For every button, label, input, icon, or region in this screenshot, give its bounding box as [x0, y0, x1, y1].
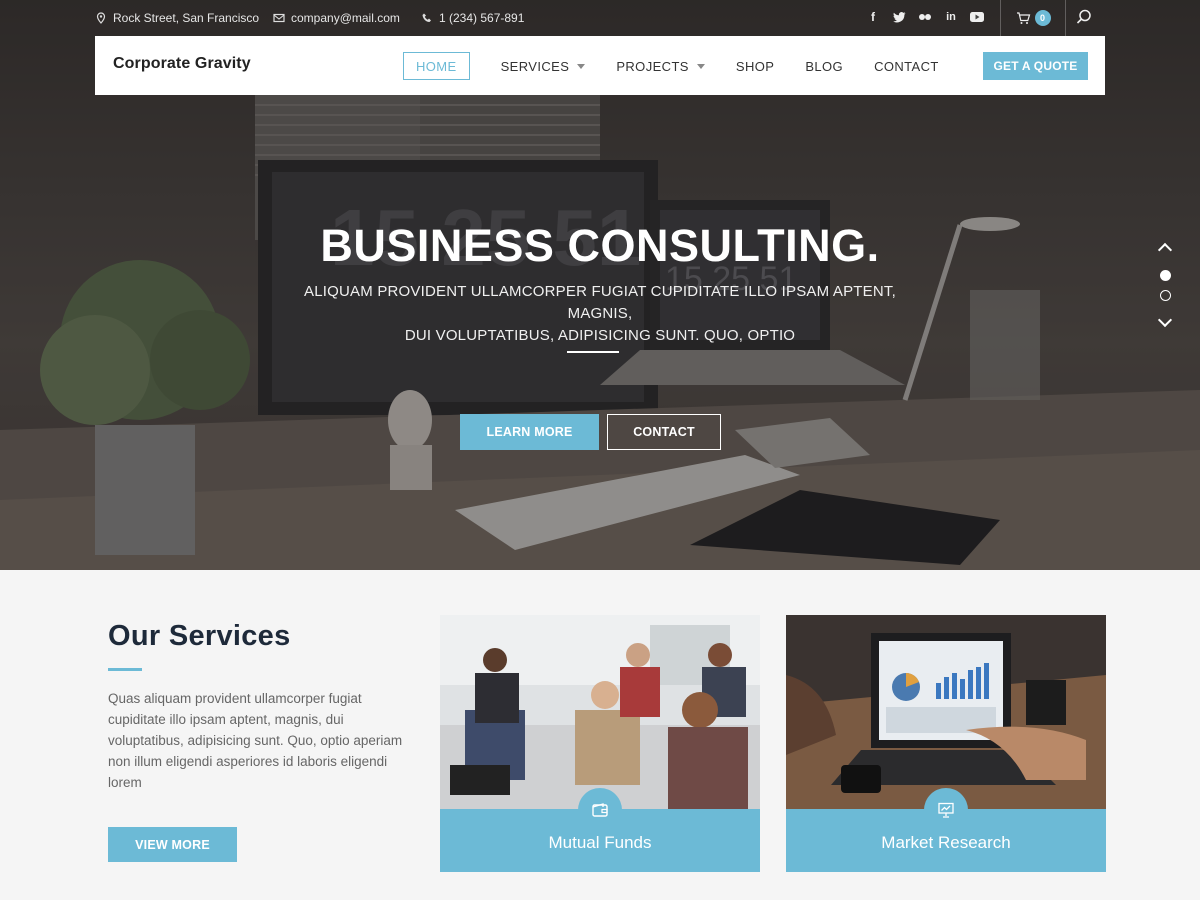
cart-button[interactable]: 0	[1000, 0, 1066, 36]
email-text[interactable]: company@mail.com	[291, 11, 400, 25]
search-icon	[1076, 9, 1091, 24]
cart-count-badge: 0	[1034, 10, 1051, 26]
learn-more-button[interactable]: LEARN MORE	[460, 414, 599, 450]
services-heading-underline	[108, 668, 142, 671]
hero-subtitle-line-1: ALIQUAM PROVIDENT ULLAMCORPER FUGIAT CUP…	[304, 283, 896, 322]
shopping-cart-icon	[1016, 11, 1030, 24]
main-navbar: Corporate Gravity HOME SERVICES PROJECTS…	[95, 36, 1105, 95]
nav-item-label: CONTACT	[874, 58, 939, 74]
address-text: Rock Street, San Francisco	[113, 11, 260, 25]
map-pin-icon	[96, 12, 106, 24]
chevron-down-icon	[696, 63, 705, 69]
service-card-market-research[interactable]: Market Research	[786, 615, 1106, 872]
facebook-icon[interactable]: f	[865, 8, 881, 26]
search-button[interactable]	[1075, 8, 1095, 28]
top-info-bar: Rock Street, San Francisco company@mail.…	[95, 0, 1105, 36]
contact-button[interactable]: CONTACT	[607, 414, 721, 450]
nav-item-blog[interactable]: BLOG	[805, 52, 843, 80]
phone-text[interactable]: 1 (234) 567-891	[439, 11, 524, 25]
slide-prev-arrow-icon[interactable]	[1157, 242, 1173, 258]
market-research-icon-badge	[924, 788, 968, 832]
flickr-icon[interactable]	[917, 8, 933, 26]
mutual-funds-icon-badge	[578, 788, 622, 832]
address-info: Rock Street, San Francisco	[95, 11, 259, 25]
phone-info[interactable]: 1 (234) 567-891	[421, 11, 524, 25]
hero-title: BUSINESS CONSULTING.	[320, 220, 880, 271]
wallet-icon	[592, 803, 608, 817]
nav-item-home[interactable]: HOME	[403, 52, 470, 80]
linkedin-icon[interactable]: in	[943, 8, 959, 26]
nav-item-services[interactable]: SERVICES	[501, 52, 586, 80]
site-logo[interactable]: Corporate Gravity	[113, 55, 251, 73]
nav-item-label: HOME	[416, 58, 457, 74]
mutual-funds-photo	[440, 615, 760, 809]
nav-item-shop[interactable]: SHOP	[736, 52, 774, 80]
chevron-down-icon	[577, 63, 586, 69]
hero-divider	[567, 351, 619, 353]
slider-navigation	[1157, 240, 1175, 330]
services-section: Our Services Quas aliquam provident ulla…	[0, 570, 1200, 900]
phone-icon	[422, 13, 431, 22]
presentation-chart-icon	[938, 802, 954, 818]
view-more-button[interactable]: VIEW MORE	[108, 827, 237, 862]
get-a-quote-button[interactable]: GET A QUOTE	[983, 52, 1088, 80]
nav-item-label: SERVICES	[500, 58, 570, 74]
twitter-icon[interactable]	[891, 8, 907, 26]
nav-item-label: PROJECTS	[616, 58, 689, 74]
nav-item-label: SHOP	[735, 58, 775, 74]
slide-dot-1[interactable]	[1160, 270, 1171, 281]
service-card-mutual-funds[interactable]: Mutual Funds	[440, 615, 760, 872]
slide-next-arrow-icon[interactable]	[1157, 312, 1173, 328]
main-menu: HOME SERVICES PROJECTS SHOP BLOG CONTACT	[403, 52, 970, 80]
nav-item-label: BLOG	[805, 58, 844, 74]
services-heading: Our Services	[108, 620, 291, 652]
youtube-icon[interactable]	[969, 8, 985, 26]
services-description: Quas aliquam provident ullamcorper fugia…	[108, 691, 403, 790]
nav-item-contact[interactable]: CONTACT	[874, 52, 939, 80]
hero-subtitle: ALIQUAM PROVIDENT ULLAMCORPER FUGIAT CUP…	[270, 281, 930, 347]
social-links: f in	[865, 8, 985, 26]
market-research-photo	[786, 615, 1106, 809]
nav-item-projects[interactable]: PROJECTS	[616, 52, 705, 80]
envelope-icon	[273, 13, 285, 23]
hero-subtitle-line-2: DUI VOLUPTATIBUS, ADIPISICING SUNT. QUO,…	[404, 327, 796, 344]
email-info[interactable]: company@mail.com	[273, 11, 400, 25]
slide-dot-2[interactable]	[1160, 290, 1171, 301]
